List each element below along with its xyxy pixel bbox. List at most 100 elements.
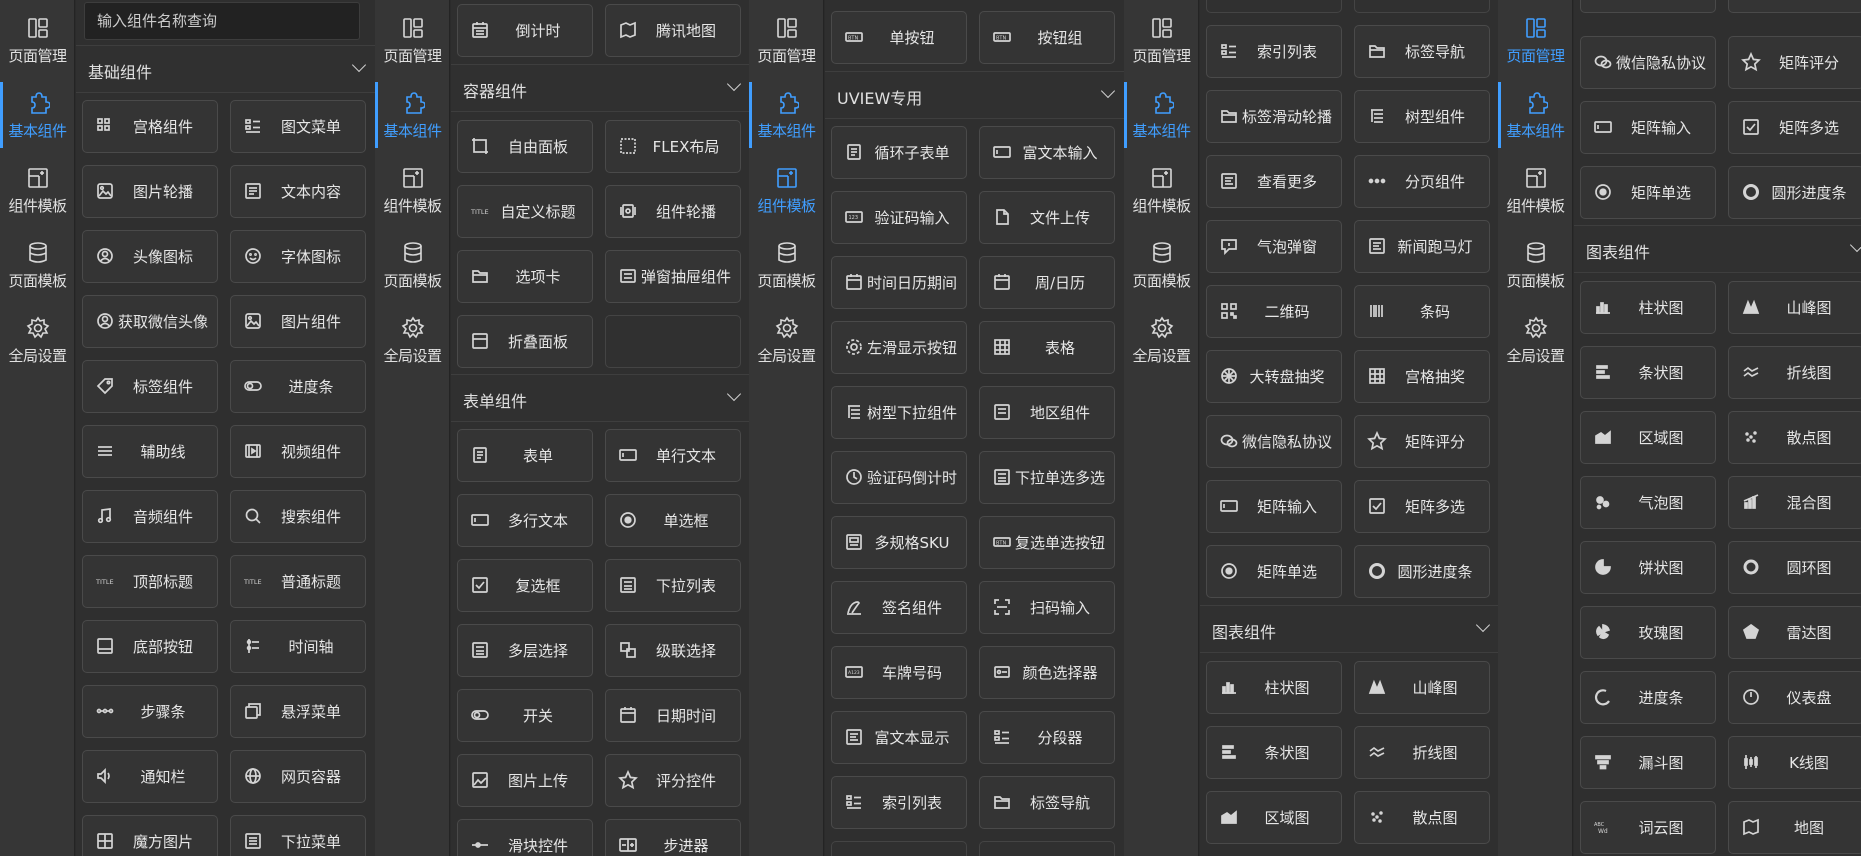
- component-button[interactable]: 区域图: [1206, 791, 1342, 844]
- component-button[interactable]: A123 车牌号码: [831, 646, 967, 699]
- component-button[interactable]: 微信隐私协议: [1206, 415, 1342, 468]
- component-button[interactable]: 文本内容: [230, 165, 366, 218]
- component-button[interactable]: 循环子表单: [831, 126, 967, 179]
- component-button[interactable]: 矩阵单选: [1580, 166, 1716, 219]
- component-button[interactable]: 图片上传: [457, 754, 593, 807]
- component-button[interactable]: 条状图: [1580, 346, 1716, 399]
- component-button[interactable]: 获取微信头像: [82, 295, 218, 348]
- component-button[interactable]: FLEX布局: [605, 120, 741, 173]
- component-button[interactable]: 矩阵评分: [1728, 36, 1861, 89]
- component-button[interactable]: 辅助线: [82, 425, 218, 478]
- component-button[interactable]: 魔方图片: [82, 815, 218, 856]
- component-button[interactable]: 宫格抽奖: [1728, 0, 1861, 13]
- component-button[interactable]: 索引列表: [1206, 25, 1342, 78]
- component-button[interactable]: 扫码输入: [979, 581, 1115, 634]
- nav-item-component-templates[interactable]: 组件模板: [749, 155, 824, 225]
- component-button[interactable]: 富文本输入: [979, 126, 1115, 179]
- component-button[interactable]: 表格: [979, 321, 1115, 374]
- component-button[interactable]: 柱状图: [1206, 661, 1342, 714]
- component-button[interactable]: 验证码倒计时: [831, 451, 967, 504]
- component-button[interactable]: 多规格SKU: [831, 516, 967, 569]
- component-button[interactable]: 气泡弹窗: [1206, 220, 1342, 273]
- component-button[interactable]: 复选框: [457, 559, 593, 612]
- component-button[interactable]: 123 验证码输入: [831, 191, 967, 244]
- component-button[interactable]: 矩阵多选: [1728, 101, 1861, 154]
- component-button[interactable]: 评分控件: [605, 754, 741, 807]
- component-button[interactable]: 搜索组件: [230, 490, 366, 543]
- component-button[interactable]: 头像图标: [82, 230, 218, 283]
- component-button[interactable]: 标签导航: [979, 776, 1115, 829]
- component-button[interactable]: 视频组件: [230, 425, 366, 478]
- nav-item-component-templates[interactable]: 组件模板: [1124, 155, 1199, 225]
- component-button[interactable]: 周/日历: [979, 256, 1115, 309]
- component-button[interactable]: BTN 复选单选按钮: [979, 516, 1115, 569]
- section-header-basic[interactable]: 基础组件: [76, 45, 376, 93]
- component-button[interactable]: 树型组件: [1354, 90, 1490, 143]
- component-button[interactable]: 山峰图: [1728, 281, 1861, 334]
- component-button[interactable]: 图片组件: [230, 295, 366, 348]
- component-button[interactable]: 签名组件: [831, 581, 967, 634]
- nav-item-global-settings[interactable]: 全局设置: [749, 305, 824, 375]
- component-button[interactable]: 音频组件: [82, 490, 218, 543]
- component-button[interactable]: 组件轮播: [605, 185, 741, 238]
- component-button[interactable]: 矩阵多选: [1354, 480, 1490, 533]
- component-button[interactable]: 矩阵输入: [1580, 101, 1716, 154]
- nav-item-global-settings[interactable]: 全局设置: [1498, 305, 1573, 375]
- component-button[interactable]: 宫格抽奖: [1354, 350, 1490, 403]
- component-button[interactable]: ABC Wd 词云图: [1580, 801, 1716, 854]
- component-button[interactable]: 折叠面板: [457, 315, 593, 368]
- component-button[interactable]: 分段器: [979, 711, 1115, 764]
- component-button[interactable]: 多行文本: [457, 494, 593, 547]
- component-button[interactable]: 二维码: [1206, 285, 1342, 338]
- component-button[interactable]: 下拉菜单: [230, 815, 366, 856]
- component-button[interactable]: 富文本显示: [831, 711, 967, 764]
- component-button[interactable]: 步骤条: [82, 685, 218, 738]
- section-header-container[interactable]: 容器组件: [451, 64, 751, 112]
- component-button[interactable]: 文件上传: [979, 191, 1115, 244]
- component-button[interactable]: 圆形进度条: [1728, 166, 1861, 219]
- component-button[interactable]: 区域图: [1580, 411, 1716, 464]
- nav-item-page-templates[interactable]: 页面模板: [1498, 230, 1573, 300]
- component-button[interactable]: 地区组件: [979, 386, 1115, 439]
- component-button[interactable]: 通知栏: [82, 750, 218, 803]
- nav-item-basic-components[interactable]: 基本组件: [749, 80, 824, 150]
- nav-item-component-templates[interactable]: 组件模板: [375, 155, 450, 225]
- nav-item-component-templates[interactable]: 组件模板: [0, 155, 75, 225]
- section-header-form[interactable]: 表单组件: [451, 374, 751, 422]
- component-button[interactable]: 单选框: [605, 494, 741, 547]
- component-button[interactable]: 图文菜单: [230, 100, 366, 153]
- component-button[interactable]: 选项卡: [457, 250, 593, 303]
- component-button[interactable]: 多层选择: [457, 624, 593, 677]
- component-button[interactable]: TITLE 自定义标题: [457, 185, 593, 238]
- component-button[interactable]: 开关: [457, 689, 593, 742]
- component-button[interactable]: 微信隐私协议: [1580, 36, 1716, 89]
- component-button[interactable]: 图片轮播: [82, 165, 218, 218]
- search-input[interactable]: [84, 2, 360, 40]
- component-button[interactable]: 分页组件: [1354, 155, 1490, 208]
- nav-item-global-settings[interactable]: 全局设置: [375, 305, 450, 375]
- component-button[interactable]: 网页容器: [230, 750, 366, 803]
- nav-item-global-settings[interactable]: 全局设置: [1124, 305, 1199, 375]
- nav-item-basic-components[interactable]: 基本组件: [375, 80, 450, 150]
- component-button[interactable]: 级联选择: [605, 624, 741, 677]
- component-button[interactable]: 气泡图: [1580, 476, 1716, 529]
- component-button[interactable]: 悬浮菜单: [230, 685, 366, 738]
- component-button[interactable]: 表单: [457, 429, 593, 482]
- component-button[interactable]: 玫瑰图: [1580, 606, 1716, 659]
- nav-item-component-templates[interactable]: 组件模板: [1498, 155, 1573, 225]
- component-button[interactable]: 下拉列表: [605, 559, 741, 612]
- component-button[interactable]: 折线图: [1728, 346, 1861, 399]
- component-button[interactable]: TITLE 普通标题: [230, 555, 366, 608]
- nav-item-page-templates[interactable]: 页面模板: [375, 230, 450, 300]
- component-button[interactable]: 地图: [1728, 801, 1861, 854]
- component-button[interactable]: 进度条: [1580, 671, 1716, 724]
- nav-item-page-templates[interactable]: 页面模板: [749, 230, 824, 300]
- component-button[interactable]: 折线图: [1354, 726, 1490, 779]
- nav-item-page-templates[interactable]: 页面模板: [0, 230, 75, 300]
- component-button[interactable]: 颜色选择器: [979, 646, 1115, 699]
- component-button[interactable]: 倒计时: [457, 4, 593, 57]
- component-button[interactable]: 进度条: [230, 360, 366, 413]
- nav-item-basic-components[interactable]: 基本组件: [1498, 80, 1573, 150]
- component-button[interactable]: 山峰图: [1354, 661, 1490, 714]
- nav-item-page-templates[interactable]: 页面模板: [1124, 230, 1199, 300]
